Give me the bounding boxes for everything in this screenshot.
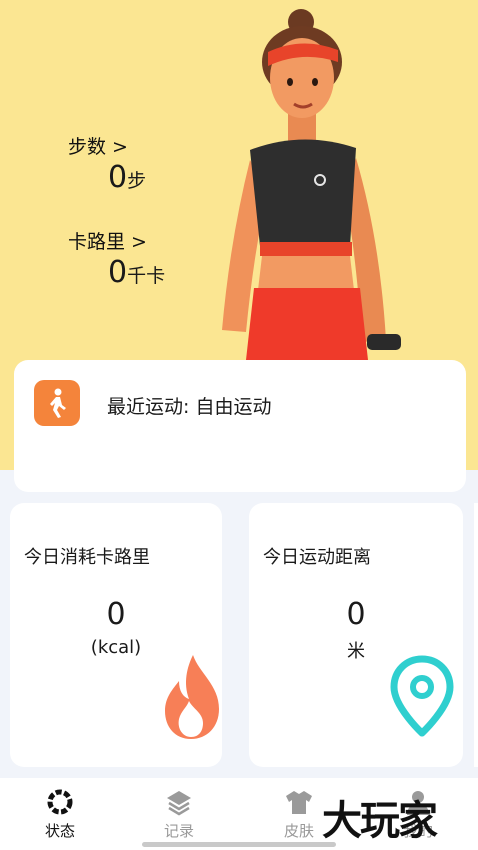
steps-value: 0 bbox=[108, 160, 128, 195]
flame-icon bbox=[165, 655, 219, 739]
layers-icon bbox=[167, 791, 191, 816]
calories-today-value: 0 bbox=[106, 597, 126, 632]
steps-label[interactable]: 步数 > bbox=[68, 132, 128, 159]
tshirt-icon bbox=[286, 791, 312, 814]
steps-value-group: 0步 bbox=[108, 160, 146, 195]
next-card-edge bbox=[474, 503, 478, 767]
distance-today-value: 0 bbox=[346, 597, 366, 632]
status-ring-icon bbox=[47, 789, 73, 815]
calories-today-card[interactable]: 今日消耗卡路里 0 (kcal) bbox=[10, 503, 222, 767]
tab-status-label: 状态 bbox=[44, 822, 75, 840]
calories-today-title: 今日消耗卡路里 bbox=[24, 547, 150, 568]
steps-unit: 步 bbox=[127, 170, 147, 192]
distance-today-title: 今日运动距离 bbox=[263, 547, 371, 568]
tab-status[interactable]: 状态 bbox=[20, 788, 100, 841]
walking-person-icon bbox=[34, 380, 80, 426]
steps-metric[interactable]: 步数 > 0步 bbox=[68, 132, 146, 195]
watermark-logo: 大玩家 bbox=[322, 797, 438, 844]
avatar-figure bbox=[222, 9, 401, 360]
distance-today-card[interactable]: 今日运动距离 0 米 bbox=[249, 503, 463, 767]
recent-activity-text: 最近运动: 自由运动 bbox=[107, 396, 272, 418]
calories-value-group: 0千卡 bbox=[108, 255, 165, 290]
calories-metric[interactable]: 卡路里 > 0千卡 bbox=[68, 227, 165, 290]
recent-activity-card[interactable]: 最近运动: 自由运动 bbox=[14, 360, 466, 492]
home-indicator bbox=[142, 842, 336, 847]
calories-label[interactable]: 卡路里 > bbox=[68, 227, 147, 254]
tab-records-label: 记录 bbox=[163, 822, 194, 840]
location-pin-icon bbox=[390, 655, 454, 737]
calories-unit: 千卡 bbox=[127, 265, 166, 287]
calories-value: 0 bbox=[108, 255, 128, 290]
tab-records[interactable]: 记录 bbox=[139, 788, 219, 841]
